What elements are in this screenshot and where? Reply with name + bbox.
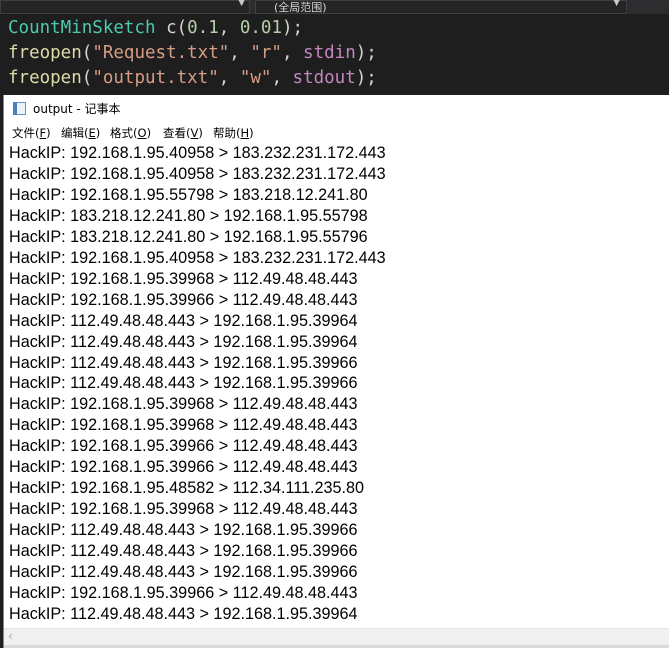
ide-member-dropdown-value: (全局范围) [274,1,327,14]
menu-item[interactable]: 帮助(H) [213,125,254,141]
code-token: "r" [250,43,282,63]
code-block[interactable]: CountMinSketch c(0.1, 0.01); freopen("Req… [8,16,377,91]
title-bar[interactable]: output - 记事本 [4,95,669,121]
text-line: HackIP: 192.168.1.95.48582 > 112.34.111.… [9,479,365,498]
ide-member-dropdown[interactable]: (全局范围) ▼ [255,0,627,14]
menu-item-label-end: ) [249,126,254,140]
menu-item-label: 编辑( [61,126,89,140]
text-line: HackIP: 192.168.1.95.55798 > 183.218.12.… [9,185,368,204]
text-line: HackIP: 112.49.48.48.443 > 192.168.1.95.… [9,332,358,351]
text-line: HackIP: 192.168.1.95.39968 > 112.49.48.4… [9,500,358,519]
text-line: HackIP: 192.168.1.95.39968 > 112.49.48.4… [9,416,358,435]
code-token: CountMinSketch [8,18,156,38]
menu-item-label: 格式( [110,126,138,140]
code-token: , [218,68,240,88]
notepad-window: output - 记事本 文件(F) 编辑(E) 格式(O) 查看(V) 帮助(H) H… [3,95,669,648]
chevron-down-icon: ▼ [613,0,620,8]
chevron-down-icon: ▼ [238,0,245,8]
code-token: c [166,18,177,38]
text-line: HackIP: 192.168.1.95.40958 > 183.232.231… [9,144,386,162]
code-token: 0.01 [239,18,282,38]
menu-item-label-end: ) [198,126,203,140]
menu-item-label-end: ) [46,126,51,140]
text-line: HackIP: 183.218.12.241.80 > 192.168.1.95… [9,206,368,225]
text-line: HackIP: 112.49.48.48.443 > 192.168.1.95.… [9,604,358,623]
code-token: 0.1 [187,18,219,38]
text-line: HackIP: 112.49.48.48.443 > 192.168.1.95.… [9,563,358,581]
text-line: HackIP: 112.49.48.48.443 > 192.168.1.95.… [9,374,358,393]
ide-scope-dropdown[interactable]: ▼ [0,0,250,14]
text-line: HackIP: 112.49.48.48.443 > 192.168.1.95.… [9,521,358,540]
menu-item[interactable]: 查看(V) [163,125,203,141]
menu-item-label: 帮助( [213,126,241,140]
text-line: HackIP: 192.168.1.95.40958 > 183.232.231… [9,164,386,183]
menu-bar: 文件(F) 编辑(E) 格式(O) 查看(V) 帮助(H) [4,123,669,143]
menu-item[interactable]: 文件(F) [12,125,51,141]
menu-item[interactable]: 格式(O) [110,125,151,141]
code-line: CountMinSketch c(0.1, 0.01); [8,16,377,41]
menu-item-accelerator: O [137,126,147,140]
menu-item-accelerator: E [88,126,96,140]
text-line: HackIP: 192.168.1.95.39966 > 112.49.48.4… [9,583,358,602]
code-line: freopen("output.txt", "w", stdout); [8,66,377,91]
menu-item-accelerator: H [240,126,250,140]
text-line: HackIP: 192.168.1.95.39966 > 112.49.48.4… [9,458,358,477]
text-line: HackIP: 183.218.12.241.80 > 192.168.1.95… [9,227,368,246]
menu-item-label-end: ) [95,126,101,140]
code-token: ); [355,68,377,88]
code-token: ); [282,18,304,38]
code-line: freopen("Request.txt", "r", stdin); [8,41,377,66]
menu-item[interactable]: 编辑(E) [61,125,100,141]
code-token: "w" [239,68,272,88]
code-token: ( [176,18,188,38]
code-token: , [218,18,240,38]
code-token: , [229,43,251,63]
code-token: , [271,68,293,88]
text-line: HackIP: 192.168.1.95.39968 > 112.49.48.4… [9,395,358,414]
code-token: stdin [303,43,356,63]
code-token: stdout [292,68,356,88]
text-line: HackIP: 112.49.48.48.443 > 192.168.1.95.… [9,542,358,561]
text-line: HackIP: 192.168.1.95.39966 > 112.49.48.4… [9,437,358,456]
code-token: , [281,43,304,63]
text-line: HackIP: 192.168.1.95.39966 > 112.49.48.4… [9,290,358,309]
window-title: output - 记事本 [33,102,121,116]
horizontal-scrollbar[interactable]: ‹ [4,628,669,645]
code-token: ( [81,43,93,63]
ide-editor: ▼ (全局范围) ▼ CountMinSketch c(0.1, 0.01); f… [0,0,669,96]
text-line: HackIP: 192.168.1.95.39968 > 112.49.48.4… [9,269,358,288]
code-token: ); [355,43,377,63]
notepad-icon [13,102,27,115]
code-token: "Request.txt" [92,43,230,63]
text-line: HackIP: 112.49.48.48.443 > 192.168.1.95.… [9,353,358,372]
text-line: HackIP: 192.168.1.95.40958 > 183.232.231… [9,248,386,267]
code-token: ( [81,68,93,88]
text-area[interactable]: HackIP: 192.168.1.95.40958 > 183.232.231… [4,143,669,627]
text-line: HackIP: 112.49.48.48.443 > 192.168.1.95.… [9,311,358,330]
menu-item-label-end: ) [146,126,152,140]
code-token: freopen [8,68,82,88]
menu-item-label: 文件( [12,126,40,140]
code-token: freopen [8,43,82,63]
menu-item-label: 查看( [163,126,191,140]
code-token: "output.txt" [92,68,219,88]
scroll-left-icon[interactable]: ‹ [8,629,13,643]
ide-navigation-bar: ▼ (全局范围) ▼ [0,0,669,14]
